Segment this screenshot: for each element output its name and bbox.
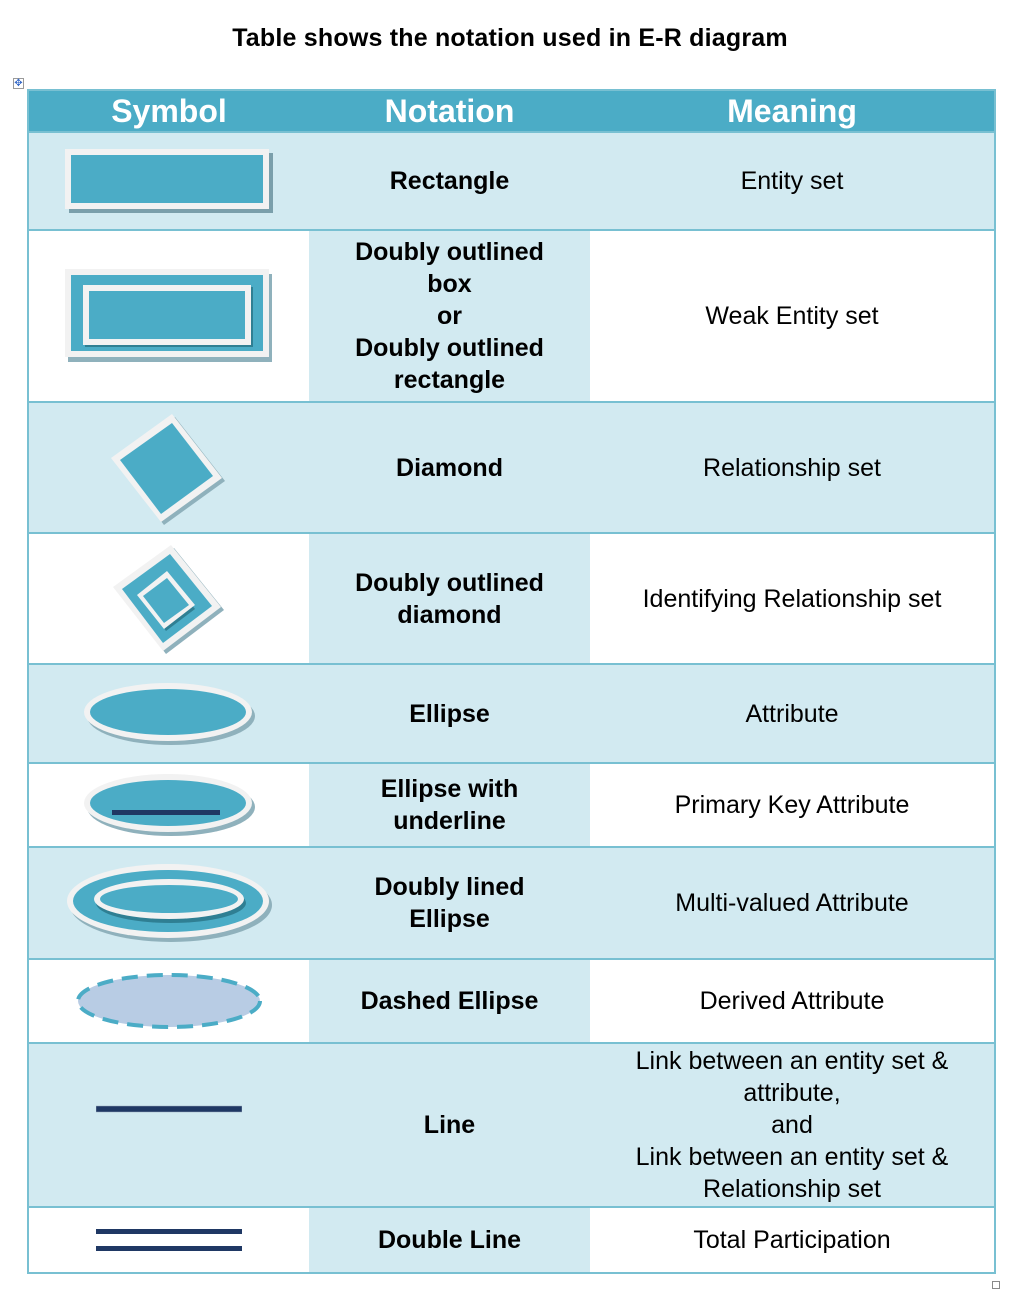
table-row: Line Link between an entity set & attrib… [28, 1042, 995, 1208]
notation-cell: Double Line [309, 1206, 590, 1274]
table-row: Diamond Relationship set [28, 401, 995, 534]
symbol-cell [28, 532, 309, 665]
line-icon [96, 1105, 242, 1113]
meaning-cell: Derived Attribute [590, 958, 995, 1044]
header-row: Symbol Notation Meaning [28, 89, 995, 133]
meaning-cell: Entity set [590, 131, 995, 231]
rectangle-icon [65, 149, 273, 213]
table-move-handle-icon[interactable]: ✥ [13, 78, 24, 89]
table-row: Rectangle Entity set [28, 131, 995, 231]
symbol-cell [28, 846, 309, 960]
header-meaning: Meaning [590, 89, 995, 133]
symbol-cell [28, 762, 309, 848]
meaning-cell: Relationship set [590, 401, 995, 534]
meaning-cell: Identifying Relationship set [590, 532, 995, 665]
notation-cell: Dashed Ellipse [309, 958, 590, 1044]
meaning-cell: Primary Key Attribute [590, 762, 995, 848]
table-row: Dashed Ellipse Derived Attribute [28, 958, 995, 1044]
page-title: Table shows the notation used in E-R dia… [232, 24, 788, 52]
symbol-cell [28, 131, 309, 231]
notation-cell: Ellipse [309, 663, 590, 764]
meaning-cell: Multi-valued Attribute [590, 846, 995, 960]
notation-cell: Doubly outlined box or Doubly outlined r… [309, 229, 590, 403]
table-row: Ellipse with underline Primary Key Attri… [28, 762, 995, 848]
meaning-cell: Link between an entity set & attribute, … [590, 1042, 995, 1208]
header-notation: Notation [309, 89, 590, 133]
double-ellipse-icon [67, 864, 272, 942]
meaning-cell: Total Participation [590, 1206, 995, 1274]
double-diamond-icon [113, 544, 224, 654]
double-line-icon [96, 1229, 242, 1251]
header-symbol: Symbol [28, 89, 309, 133]
table-row: Double Line Total Participation [28, 1206, 995, 1274]
notation-cell: Ellipse with underline [309, 762, 590, 848]
symbol-cell [28, 1042, 309, 1208]
notation-cell: Line [309, 1042, 590, 1208]
double-rectangle-icon [65, 269, 272, 362]
diamond-icon [111, 413, 225, 525]
underline-mark [112, 810, 220, 815]
table-row: Doubly lined Ellipse Multi-valued Attrib… [28, 846, 995, 960]
symbol-cell [28, 958, 309, 1044]
underlined-ellipse-icon [84, 774, 255, 836]
notation-cell: Diamond [309, 401, 590, 534]
notation-cell: Doubly lined Ellipse [309, 846, 590, 960]
symbol-cell [28, 1206, 309, 1274]
table-row: Doubly outlined diamond Identifying Rela… [28, 532, 995, 665]
notation-cell: Rectangle [309, 131, 590, 231]
notation-cell: Doubly outlined diamond [309, 532, 590, 665]
meaning-cell: Weak Entity set [590, 229, 995, 403]
symbol-cell [28, 663, 309, 764]
symbol-cell [28, 401, 309, 534]
meaning-cell: Attribute [590, 663, 995, 764]
ellipse-icon [84, 682, 255, 745]
table-row: Ellipse Attribute [28, 663, 995, 764]
table-row: Doubly outlined box or Doubly outlined r… [28, 229, 995, 403]
symbol-cell [28, 229, 309, 403]
dashed-ellipse-icon [76, 973, 262, 1029]
table-resize-handle[interactable] [992, 1281, 1000, 1289]
er-notation-table: Symbol Notation Meaning Rectangle Entity… [27, 89, 996, 1274]
